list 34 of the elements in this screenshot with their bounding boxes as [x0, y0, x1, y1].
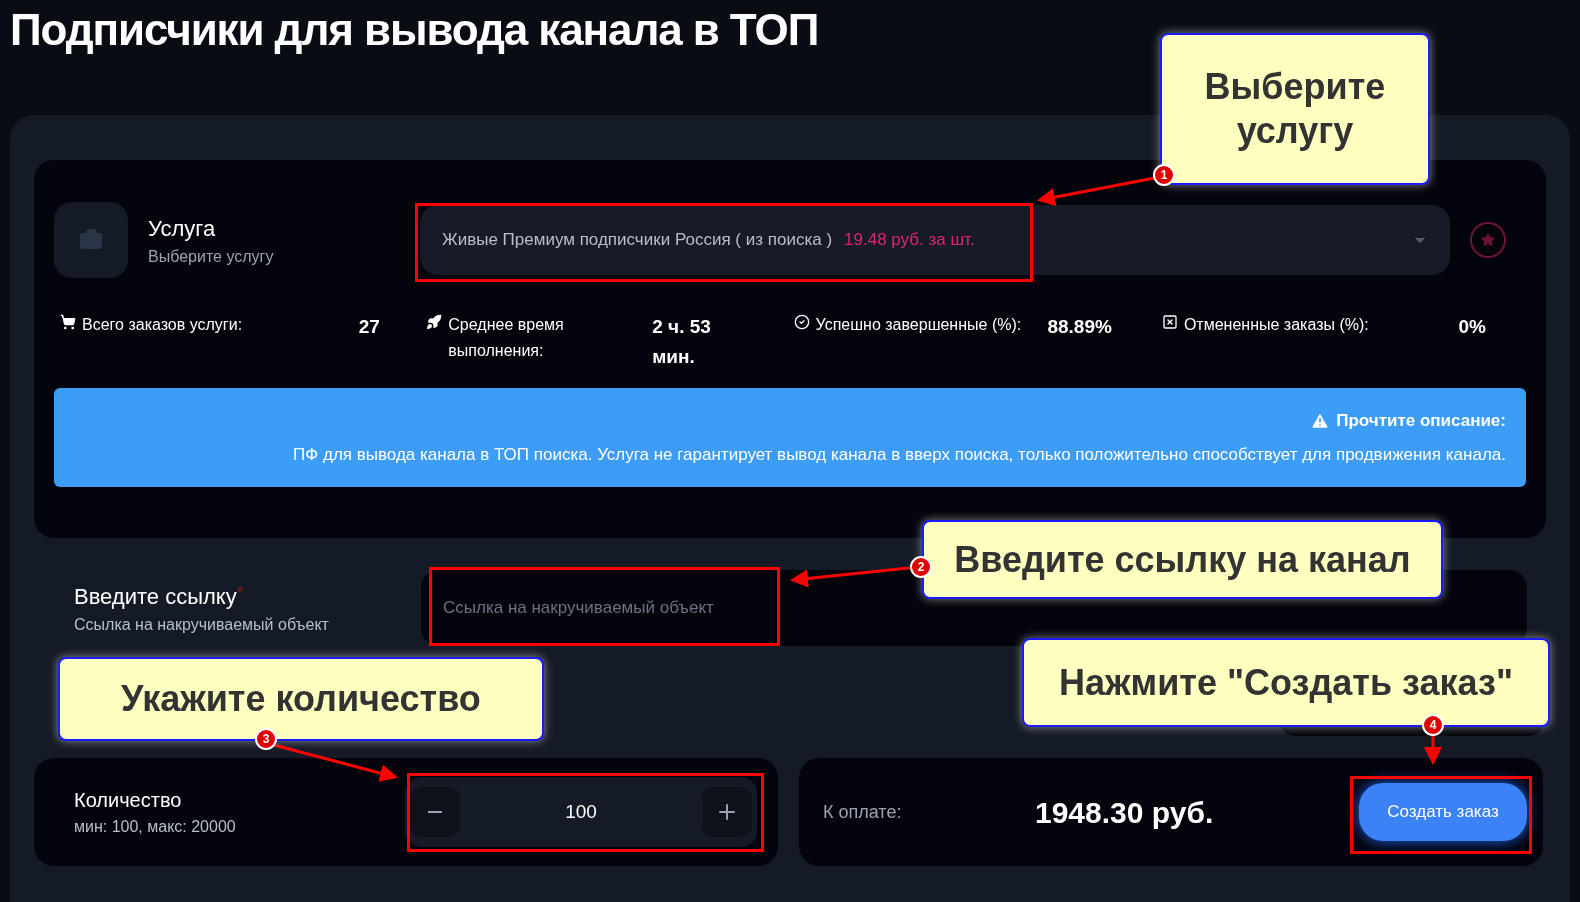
quantity-range: мин: 100, макс: 20000 — [74, 817, 237, 837]
alert-title: Прочтите описание: — [1336, 410, 1506, 432]
annotation-arrow — [1424, 735, 1442, 765]
minus-icon — [428, 811, 442, 813]
create-order-button[interactable]: Создать заказ — [1359, 783, 1527, 841]
page-title: Подписчики для вывода канала в ТОП — [10, 4, 820, 56]
link-label: Введите ссылку — [74, 582, 237, 611]
stat-label: Всего заказов услуги: — [82, 315, 244, 335]
stat-label: Отмененные заказы (%): — [1183, 315, 1370, 335]
rocket-icon — [426, 314, 443, 330]
payment-label: К оплате: — [823, 800, 903, 824]
link-hint: Ссылка на накручиваемый объект — [74, 614, 330, 635]
payment-amount: 1948.30 руб. — [1035, 794, 1214, 831]
stat-value: 0% — [1458, 315, 1487, 339]
service-label: Услуга — [148, 214, 217, 243]
quantity-label: Количество — [74, 788, 183, 813]
stat-value: 27 — [358, 315, 381, 339]
stat-value: 88.89% — [1047, 315, 1113, 339]
stat-value: 2 ч. 53 мин. — [652, 315, 712, 369]
cart-icon — [60, 314, 76, 330]
alert-text: ПФ для вывода канала в ТОП поиска. Услуга не гарантирует вывод канала в вверх поиска, только положительно способствует для продвижения канала. — [293, 443, 1506, 466]
favorite-star-button[interactable] — [1470, 222, 1506, 258]
cross-square-icon — [1161, 314, 1178, 330]
star-icon — [1481, 233, 1495, 247]
check-circle-icon — [793, 314, 810, 330]
service-hint: Выберите услугу — [148, 246, 274, 267]
quantity-value: 100 — [565, 799, 597, 824]
stat-label: Успешно завершенные (%): — [815, 315, 1023, 335]
increment-button[interactable] — [702, 787, 752, 837]
decrement-button[interactable] — [410, 787, 460, 837]
required-asterisk: * — [236, 581, 244, 603]
stat-label: Среднее время выполнения: — [448, 315, 565, 361]
briefcase-icon — [79, 228, 103, 252]
service-select[interactable]: Живые Премиум подписчики Россия ( из поиска ) 19.48 руб. за шт. — [420, 205, 1450, 275]
